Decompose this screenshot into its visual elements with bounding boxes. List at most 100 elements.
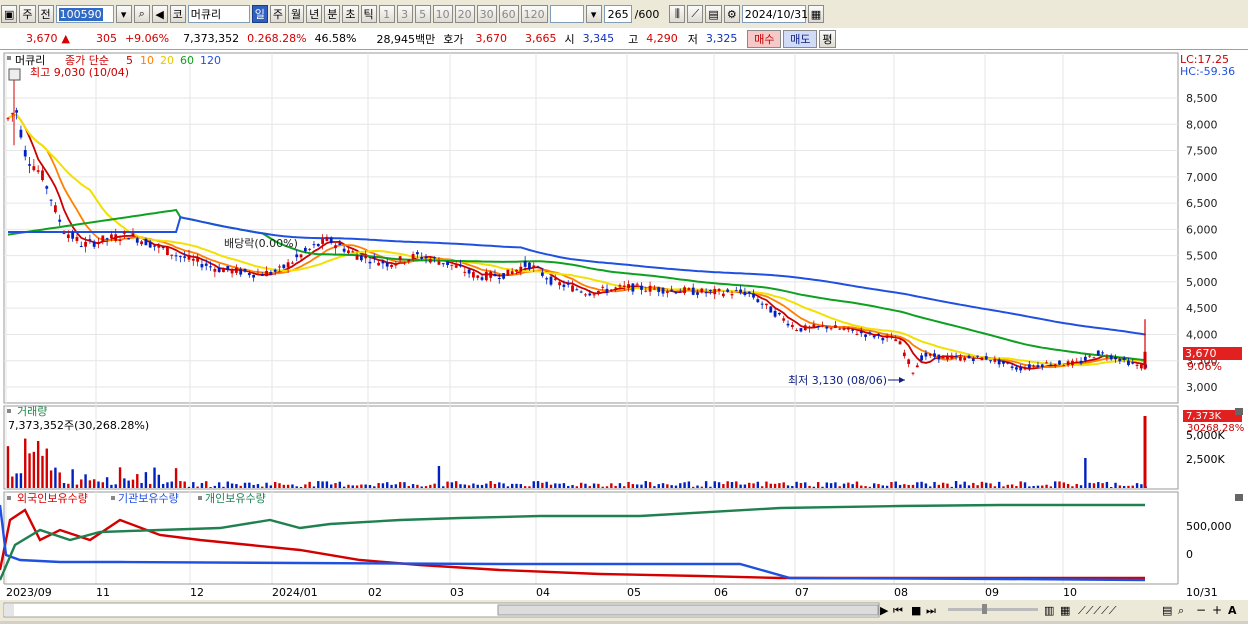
volume-bar bbox=[398, 482, 402, 488]
candle-body bbox=[898, 341, 902, 345]
volume-bar bbox=[506, 486, 510, 488]
volume-bar bbox=[661, 483, 665, 488]
zoom-search-icon[interactable]: ⌕ bbox=[1178, 604, 1184, 617]
interval-input[interactable] bbox=[549, 5, 584, 23]
candle-body bbox=[282, 264, 286, 269]
candle-body bbox=[855, 333, 859, 335]
interval-button-1[interactable]: 3 bbox=[396, 5, 413, 23]
go-first-icon[interactable]: ⏮ bbox=[893, 604, 903, 617]
hoga-label: 호가 bbox=[443, 32, 464, 46]
candle-body bbox=[269, 272, 273, 275]
date-input[interactable]: 2024/10/31 bbox=[741, 5, 808, 23]
scroll-right-icon[interactable]: ▶ bbox=[880, 604, 889, 617]
volume-bar bbox=[187, 486, 191, 488]
candle-body bbox=[420, 256, 424, 259]
interval-button-0[interactable]: 1 bbox=[378, 5, 395, 23]
candle-body bbox=[601, 286, 605, 288]
volume-bar bbox=[11, 476, 14, 488]
candle-body bbox=[101, 235, 105, 243]
candle-body bbox=[355, 255, 359, 260]
eval-button[interactable]: 평 bbox=[819, 29, 836, 48]
chart-area[interactable]: 8,500 8,000 7,500 7,000 6,500 6,000 5,500 5,000… bbox=[0, 50, 1248, 621]
scroll-thumb[interactable] bbox=[497, 604, 879, 616]
auto-scale-icon[interactable]: A bbox=[1228, 604, 1237, 617]
stock-name-field[interactable]: 머큐리 bbox=[187, 5, 250, 23]
candle-body bbox=[657, 287, 661, 292]
volume-bar bbox=[950, 486, 953, 488]
zoom-slider[interactable] bbox=[948, 608, 1038, 611]
candle-body bbox=[385, 262, 389, 267]
draw-icon[interactable]: ⟋ bbox=[687, 5, 704, 23]
type-button[interactable]: 주 bbox=[19, 5, 36, 23]
code-dropdown-icon[interactable]: ▾ bbox=[115, 5, 132, 23]
candle-body bbox=[976, 355, 980, 357]
zoom-handle[interactable] bbox=[982, 604, 987, 614]
candle-body bbox=[545, 278, 549, 280]
volume-bar bbox=[1066, 483, 1070, 488]
search-icon[interactable]: ⌕ bbox=[133, 5, 150, 23]
volume-bar bbox=[864, 486, 867, 488]
interval-button-7[interactable]: 120 bbox=[520, 5, 548, 23]
volume-bar bbox=[1023, 482, 1027, 488]
interval-dropdown-icon[interactable]: ▾ bbox=[585, 5, 602, 23]
code-input[interactable]: 100590 bbox=[55, 5, 114, 23]
period-button-4[interactable]: 분 bbox=[324, 5, 341, 23]
calendar-icon[interactable]: ▦ bbox=[807, 5, 825, 23]
period-button-6[interactable]: 틱 bbox=[360, 5, 377, 23]
x-axis-tick: 2023/09 bbox=[6, 586, 52, 599]
calendar-icon[interactable] bbox=[8, 68, 21, 81]
volume-bar bbox=[808, 485, 811, 488]
interval-button-6[interactable]: 60 bbox=[498, 5, 519, 23]
legend-institution: 기관보유수량 bbox=[118, 492, 179, 505]
x-axis-tick: 10/31 bbox=[1186, 586, 1218, 599]
gear-icon[interactable]: ⚙ bbox=[723, 5, 740, 23]
holding-panel-close-icon[interactable] bbox=[1235, 494, 1243, 501]
period-button-1[interactable]: 주 bbox=[269, 5, 287, 23]
go-last-icon[interactable]: ⏭ bbox=[926, 604, 936, 617]
interval-button-2[interactable]: 5 bbox=[414, 5, 431, 23]
volume-bar bbox=[317, 481, 320, 488]
period-button-3[interactable]: 년 bbox=[306, 5, 323, 23]
period-button-5[interactable]: 초 bbox=[342, 5, 359, 23]
candle-body bbox=[821, 325, 824, 327]
layout-icon[interactable]: ▦ bbox=[1060, 604, 1070, 617]
sell-button[interactable]: 매도 bbox=[783, 29, 818, 48]
candle-icon[interactable]: ⫼ bbox=[669, 5, 686, 23]
candle-body bbox=[911, 372, 915, 374]
volume-panel-close-icon[interactable] bbox=[1235, 408, 1243, 415]
interval-button-5[interactable]: 30 bbox=[476, 5, 497, 23]
period-button-2[interactable]: 월 bbox=[288, 5, 305, 23]
prev-button[interactable]: 전 bbox=[37, 5, 54, 23]
candle-body bbox=[1092, 357, 1096, 359]
save-icon[interactable]: ▤ bbox=[705, 5, 722, 23]
candle-body bbox=[562, 284, 566, 287]
sound-icon[interactable]: ◀ bbox=[151, 5, 168, 23]
candle-body bbox=[713, 288, 717, 295]
volume-bar bbox=[424, 486, 428, 488]
volume-bar bbox=[1110, 486, 1113, 488]
grid-icon[interactable]: ▥ bbox=[1044, 604, 1054, 617]
zoom-in-icon[interactable]: + bbox=[1212, 603, 1222, 617]
stock-name-prefix[interactable]: 코 bbox=[169, 5, 186, 23]
volume-bar bbox=[1075, 483, 1078, 488]
volume-bar bbox=[355, 485, 359, 488]
candle-body bbox=[1053, 364, 1057, 367]
buy-button[interactable]: 매수 bbox=[747, 29, 782, 48]
period-button-0[interactable]: 일 bbox=[251, 5, 268, 23]
save-chart-icon[interactable]: ▤ bbox=[1162, 604, 1172, 617]
legend-foreign: 외국인보유수량 bbox=[17, 492, 88, 505]
volume-bar bbox=[226, 481, 229, 488]
interval-button-4[interactable]: 20 bbox=[454, 5, 475, 23]
layout-icon[interactable]: ▣ bbox=[1, 5, 18, 23]
interval-button-3[interactable]: 10 bbox=[432, 5, 453, 23]
count-input[interactable]: 265 bbox=[603, 5, 632, 23]
dividend-note: 배당락(0.00%) bbox=[224, 237, 298, 250]
candle-body bbox=[851, 329, 855, 331]
tool-icons[interactable]: ⟋⟋⟋⟋⟋ bbox=[1078, 604, 1117, 617]
volume-bar bbox=[442, 486, 445, 488]
zoom-out-icon[interactable]: − bbox=[1196, 603, 1206, 617]
scroll-left-icon[interactable] bbox=[4, 604, 14, 616]
volume-bar bbox=[829, 483, 833, 488]
volume-bar bbox=[985, 482, 988, 488]
stop-icon[interactable]: ■ bbox=[911, 604, 921, 617]
